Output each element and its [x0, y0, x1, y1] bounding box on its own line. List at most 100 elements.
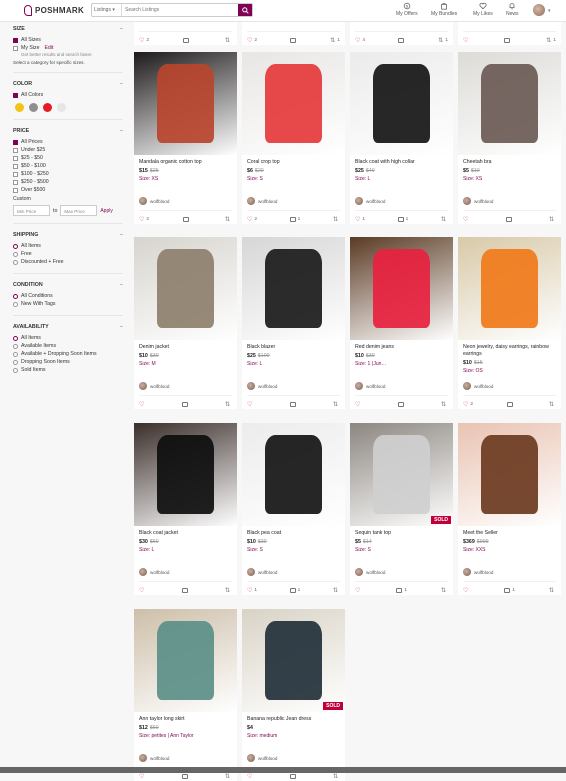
listing-photo[interactable]	[458, 52, 561, 155]
listing-title[interactable]: Sequin tank top	[355, 530, 448, 537]
filter-option[interactable]: All Conditions	[13, 292, 123, 300]
like-button[interactable]: ♡	[355, 401, 362, 408]
comment-button[interactable]	[181, 773, 190, 779]
listing-card[interactable]: Black pea coat $10 $30 Size: Swolfblood ♡ 1 1 ⇅	[242, 423, 345, 595]
checkbox[interactable]	[13, 187, 18, 193]
checkbox[interactable]	[13, 163, 18, 169]
share-button[interactable]: ⇅	[549, 587, 556, 594]
my-size-option[interactable]: My Size Edit	[13, 44, 123, 52]
filter-option[interactable]: All Prices	[13, 138, 123, 146]
collapse-icon[interactable]: –	[120, 282, 123, 288]
like-button[interactable]: ♡	[463, 587, 470, 594]
like-button[interactable]: ♡	[139, 773, 146, 780]
like-button[interactable]: ♡ 2	[139, 37, 149, 44]
share-button[interactable]: ⇅	[225, 216, 232, 223]
like-button[interactable]: ♡	[355, 587, 362, 594]
filter-option[interactable]: $100 - $250	[13, 170, 123, 178]
seller-info[interactable]: wolfblood	[355, 197, 448, 205]
comment-button[interactable]	[504, 37, 512, 43]
listing-photo[interactable]	[134, 423, 237, 526]
share-button[interactable]: ⇅	[333, 773, 340, 780]
share-button[interactable]: ⇅	[333, 401, 340, 408]
listing-photo[interactable]	[242, 52, 345, 155]
seller-info[interactable]: wolfblood	[355, 568, 448, 576]
share-button[interactable]: ⇅	[441, 216, 448, 223]
share-button[interactable]: ⇅ 1	[330, 37, 340, 44]
share-button[interactable]: ⇅	[225, 773, 232, 780]
seller-info[interactable]: wolfblood	[355, 382, 448, 390]
checkbox[interactable]	[13, 45, 18, 51]
share-button[interactable]: ⇅ 1	[546, 37, 556, 44]
seller-info[interactable]: wolfblood	[139, 568, 232, 576]
share-button[interactable]: ⇅ 1	[438, 37, 448, 44]
listing-photo[interactable]	[350, 237, 453, 340]
filter-option[interactable]: Available + Dropping Soon Items	[13, 350, 123, 358]
like-button[interactable]: ♡	[139, 587, 146, 594]
listing-title[interactable]: Black pea coat	[247, 530, 340, 537]
listing-title[interactable]: Black coat with high collar	[355, 159, 448, 166]
listing-card[interactable]: Meet the Seller $369 $999 Size: XXS wolfbloo…	[458, 423, 561, 595]
nav-my-offers[interactable]: $ My Offers	[396, 2, 418, 17]
poshmark-logo[interactable]: POSHMARK	[24, 5, 84, 16]
listing-title[interactable]: Neon jewelry, daisy earrings, rainbow ea…	[463, 344, 556, 358]
share-button[interactable]: ⇅	[333, 216, 340, 223]
apply-button[interactable]: Apply	[100, 208, 113, 214]
comment-button[interactable]: 1	[504, 587, 515, 593]
radio-button[interactable]	[13, 301, 18, 307]
collapse-icon[interactable]: –	[120, 324, 123, 330]
filter-option[interactable]: Sold Items	[13, 366, 123, 374]
all-colors-option[interactable]: All Colors	[13, 91, 123, 99]
like-button[interactable]: ♡	[463, 37, 470, 44]
share-button[interactable]: ⇅	[441, 587, 448, 594]
like-button[interactable]: ♡ 1	[355, 216, 365, 223]
checkbox[interactable]	[13, 155, 18, 161]
max-price-input[interactable]: Max Price	[60, 205, 98, 216]
listing-title[interactable]: Mandala organic cotton top	[139, 159, 232, 166]
comment-button[interactable]	[289, 37, 298, 43]
radio-button[interactable]	[13, 351, 18, 357]
collapse-icon[interactable]: –	[120, 128, 123, 134]
like-button[interactable]: ♡ 2	[463, 401, 473, 408]
nav-my-bundles[interactable]: My Bundles	[431, 2, 457, 17]
checkbox[interactable]	[13, 139, 18, 145]
like-button[interactable]: ♡ 2	[247, 216, 257, 223]
share-button[interactable]: ⇅	[225, 587, 232, 594]
seller-info[interactable]: wolfblood	[247, 754, 340, 762]
comment-button[interactable]	[505, 216, 514, 222]
comment-button[interactable]	[181, 401, 190, 407]
listing-title[interactable]: Ann taylor long skirt	[139, 716, 232, 723]
checkbox-checked[interactable]	[13, 92, 18, 98]
listing-photo[interactable]	[350, 52, 453, 155]
min-price-input[interactable]: Min Price	[13, 205, 50, 216]
listing-card[interactable]: Black coat with high collar $25 $40 Size: L…	[350, 52, 453, 224]
share-button[interactable]: ⇅	[333, 587, 340, 594]
filter-option[interactable]: Available Items	[13, 342, 123, 350]
seller-info[interactable]: wolfblood	[463, 382, 556, 390]
share-button[interactable]: ⇅	[549, 216, 556, 223]
radio-button[interactable]	[13, 343, 18, 349]
color-swatch[interactable]	[43, 103, 52, 112]
filter-option[interactable]: Dropping Soon Items	[13, 358, 123, 366]
listing-card[interactable]: Neon jewelry, daisy earrings, rainbow ea…	[458, 237, 561, 409]
listing-photo[interactable]	[134, 237, 237, 340]
listing-photo[interactable]	[242, 423, 345, 526]
comment-button[interactable]: 1	[397, 216, 408, 222]
like-button[interactable]: ♡	[247, 773, 254, 780]
checkbox[interactable]	[13, 179, 18, 185]
comment-button[interactable]	[289, 401, 298, 407]
collapse-icon[interactable]: –	[120, 232, 123, 238]
comment-button[interactable]	[181, 587, 190, 593]
listing-title[interactable]: Cheetah bra	[463, 159, 556, 166]
color-swatch[interactable]	[15, 103, 24, 112]
edit-link[interactable]: Edit	[44, 45, 53, 51]
listing-photo[interactable]	[458, 237, 561, 340]
filter-option[interactable]: New With Tags	[13, 300, 123, 308]
seller-info[interactable]: wolfblood	[247, 568, 340, 576]
all-sizes-option[interactable]: All Sizes	[13, 36, 123, 44]
like-button[interactable]: ♡ 4	[355, 37, 365, 44]
listing-title[interactable]: Black blazer	[247, 344, 340, 351]
listing-photo[interactable]: SOLD	[242, 609, 345, 712]
listing-title[interactable]: Denim jacket	[139, 344, 232, 351]
nav-news[interactable]: News	[506, 2, 519, 17]
radio-button[interactable]	[13, 293, 18, 299]
